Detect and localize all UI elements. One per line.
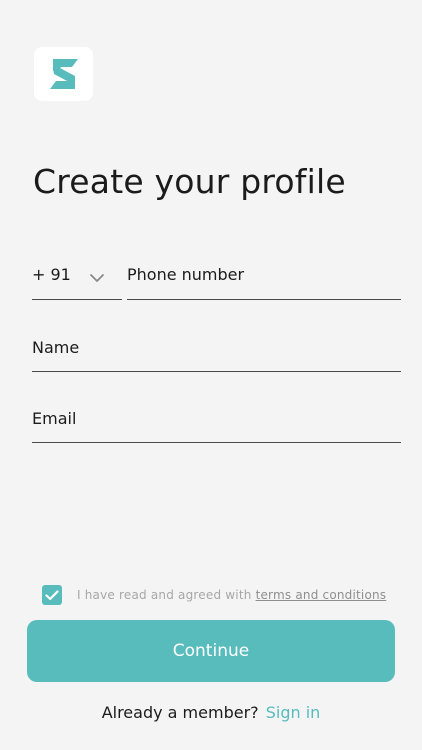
email-field <box>32 405 401 443</box>
chevron-down-icon <box>90 268 104 287</box>
name-input[interactable] <box>32 337 401 359</box>
already-member-text: Already a member? <box>101 703 259 722</box>
sign-in-link[interactable]: Sign in <box>266 703 321 722</box>
terms-link[interactable]: terms and conditions <box>256 588 387 602</box>
app-logo-icon <box>49 59 78 89</box>
email-input[interactable] <box>32 408 401 430</box>
terms-agreement: I have read and agreed with terms and co… <box>42 585 386 605</box>
name-field <box>32 334 401 372</box>
country-code-value: + 91 <box>32 265 71 284</box>
continue-button[interactable]: Continue <box>27 620 395 682</box>
page-title: Create your profile <box>33 162 346 201</box>
app-logo <box>34 47 93 101</box>
checkmark-icon <box>45 589 59 600</box>
terms-text: I have read and agreed with terms and co… <box>77 588 386 602</box>
terms-checkbox[interactable] <box>42 585 62 605</box>
country-code-select[interactable]: + 91 <box>32 262 122 300</box>
phone-number-input[interactable] <box>127 264 401 286</box>
signin-prompt-row: Already a member? Sign in <box>0 703 422 722</box>
terms-prefix: I have read and agreed with <box>77 588 252 602</box>
phone-number-field <box>127 262 401 300</box>
